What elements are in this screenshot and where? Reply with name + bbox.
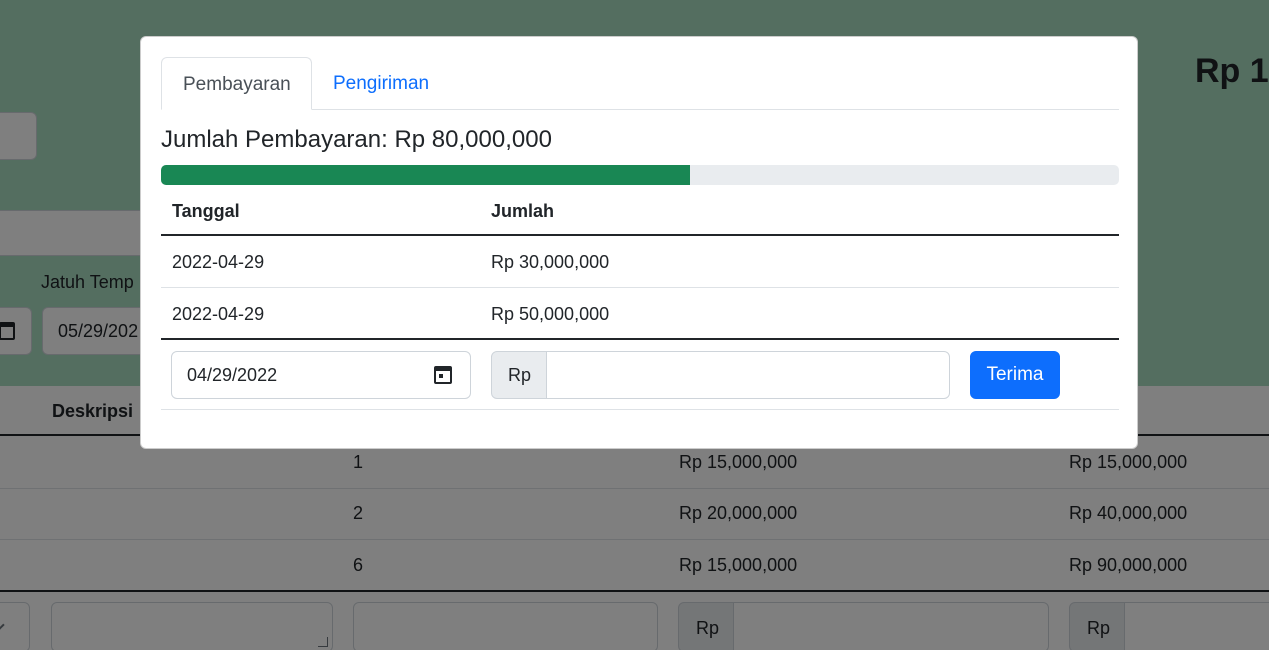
date-header: Tanggal bbox=[172, 201, 240, 221]
table-row: 2022-04-29 Rp 50,000,000 bbox=[161, 288, 1119, 340]
payment-date-input[interactable]: 04/29/2022 bbox=[171, 351, 471, 399]
amount-header: Jumlah bbox=[491, 201, 555, 221]
payment-date-cell: 2022-04-29 bbox=[172, 252, 265, 272]
payment-table: Tanggal Jumlah 2022-04-29 Rp 30,000,000 … bbox=[161, 185, 1119, 340]
payment-date-value: 04/29/2022 bbox=[187, 365, 278, 385]
payment-amount-input[interactable] bbox=[546, 351, 950, 399]
payment-date-cell: 2022-04-29 bbox=[172, 304, 265, 324]
calendar-icon[interactable] bbox=[434, 366, 452, 384]
tab-pembayaran[interactable]: Pembayaran bbox=[161, 57, 312, 110]
currency-addon: Rp bbox=[491, 351, 547, 399]
tab-pengiriman[interactable]: Pengiriman bbox=[312, 57, 450, 110]
table-row: 2022-04-29 Rp 30,000,000 bbox=[161, 236, 1119, 288]
payment-amount-cell: Rp 50,000,000 bbox=[491, 304, 610, 324]
payment-table-header: Tanggal Jumlah bbox=[161, 185, 1119, 236]
modal-tabs: Pembayaran Pengiriman bbox=[161, 57, 1119, 110]
new-payment-form: 04/29/2022 Rp Terima bbox=[161, 341, 1119, 410]
payment-progress bbox=[161, 165, 1119, 185]
terima-button[interactable]: Terima bbox=[970, 351, 1060, 399]
payment-total-heading: Jumlah Pembayaran: Rp 80,000,000 bbox=[161, 126, 552, 153]
payment-modal: Pembayaran Pengiriman Jumlah Pembayaran:… bbox=[140, 36, 1138, 449]
amount-input-group: Rp bbox=[491, 351, 950, 399]
payment-progress-bar bbox=[161, 165, 690, 185]
payment-amount-cell: Rp 30,000,000 bbox=[491, 252, 610, 272]
